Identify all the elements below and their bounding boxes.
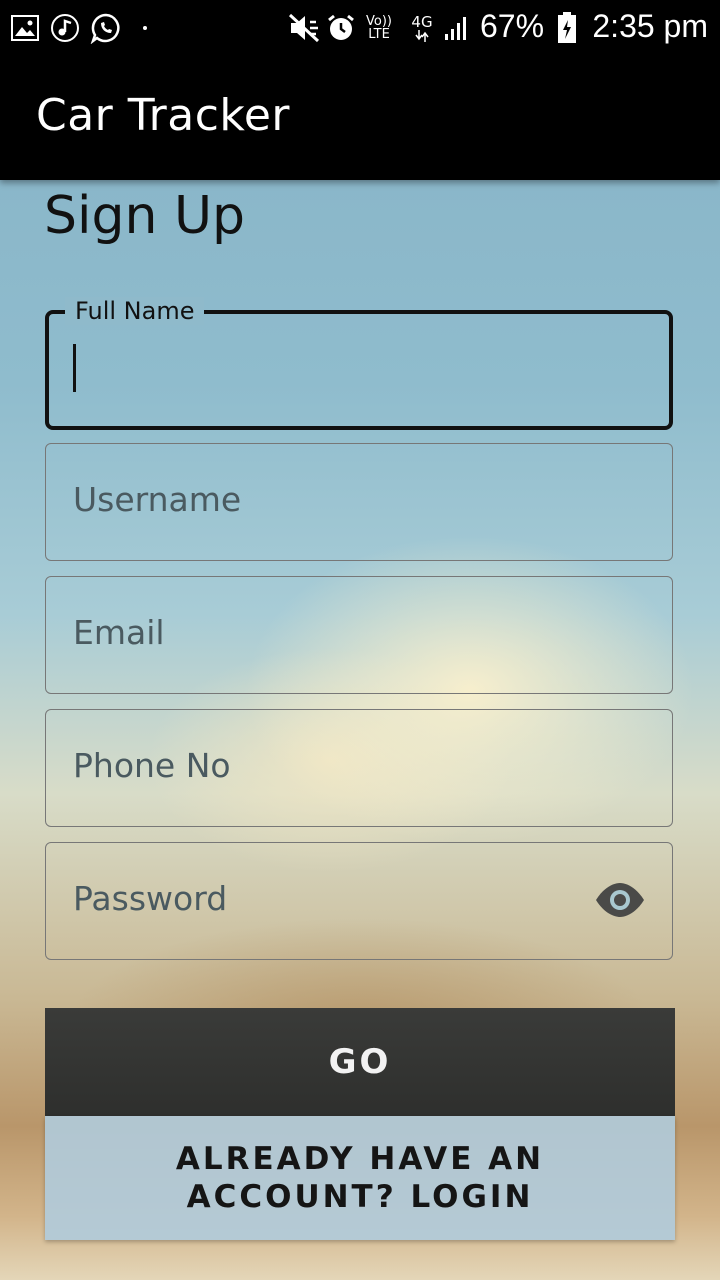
4g-icon: 4G <box>408 12 436 44</box>
phone-field[interactable]: Phone No <box>45 709 673 827</box>
login-button-label: ALREADY HAVE AN ACCOUNT? LOGIN <box>175 1141 545 1215</box>
status-time: 2:35 pm <box>592 8 708 44</box>
music-icon <box>50 12 80 44</box>
full-name-label: Full Name <box>65 297 205 325</box>
alarm-icon <box>326 12 356 44</box>
status-bar: Vo)) LTE 4G 67% 2:35 pm <box>0 0 720 58</box>
page-title: Sign Up <box>44 186 246 246</box>
whatsapp-icon <box>89 12 123 44</box>
text-cursor <box>73 344 76 392</box>
eye-icon[interactable] <box>594 881 646 919</box>
password-field[interactable]: Password <box>45 842 673 960</box>
signal-icon <box>442 12 472 44</box>
app-bar: Car Tracker <box>0 58 720 180</box>
password-placeholder: Password <box>73 879 228 918</box>
dot-icon <box>140 12 150 44</box>
login-button[interactable]: ALREADY HAVE AN ACCOUNT? LOGIN <box>45 1116 675 1240</box>
battery-percent: 67% <box>480 8 545 44</box>
email-field[interactable]: Email <box>45 576 673 694</box>
mute-icon <box>288 12 322 44</box>
email-placeholder: Email <box>73 613 165 652</box>
username-placeholder: Username <box>73 480 242 519</box>
go-button[interactable]: GO <box>45 1008 675 1116</box>
volte-label: Vo)) LTE <box>366 14 392 42</box>
volte-icon: Vo)) LTE <box>362 12 396 44</box>
sign-up-screen: Vo)) LTE 4G 67% 2:35 pm Car Tracker Sign… <box>0 0 720 1280</box>
full-name-field[interactable]: Full Name <box>45 297 673 430</box>
app-title: Car Tracker <box>36 90 290 141</box>
username-field[interactable]: Username <box>45 443 673 561</box>
network-label: 4G <box>411 12 433 31</box>
gallery-icon <box>10 12 40 44</box>
battery-icon <box>556 12 578 44</box>
phone-placeholder: Phone No <box>73 746 231 785</box>
